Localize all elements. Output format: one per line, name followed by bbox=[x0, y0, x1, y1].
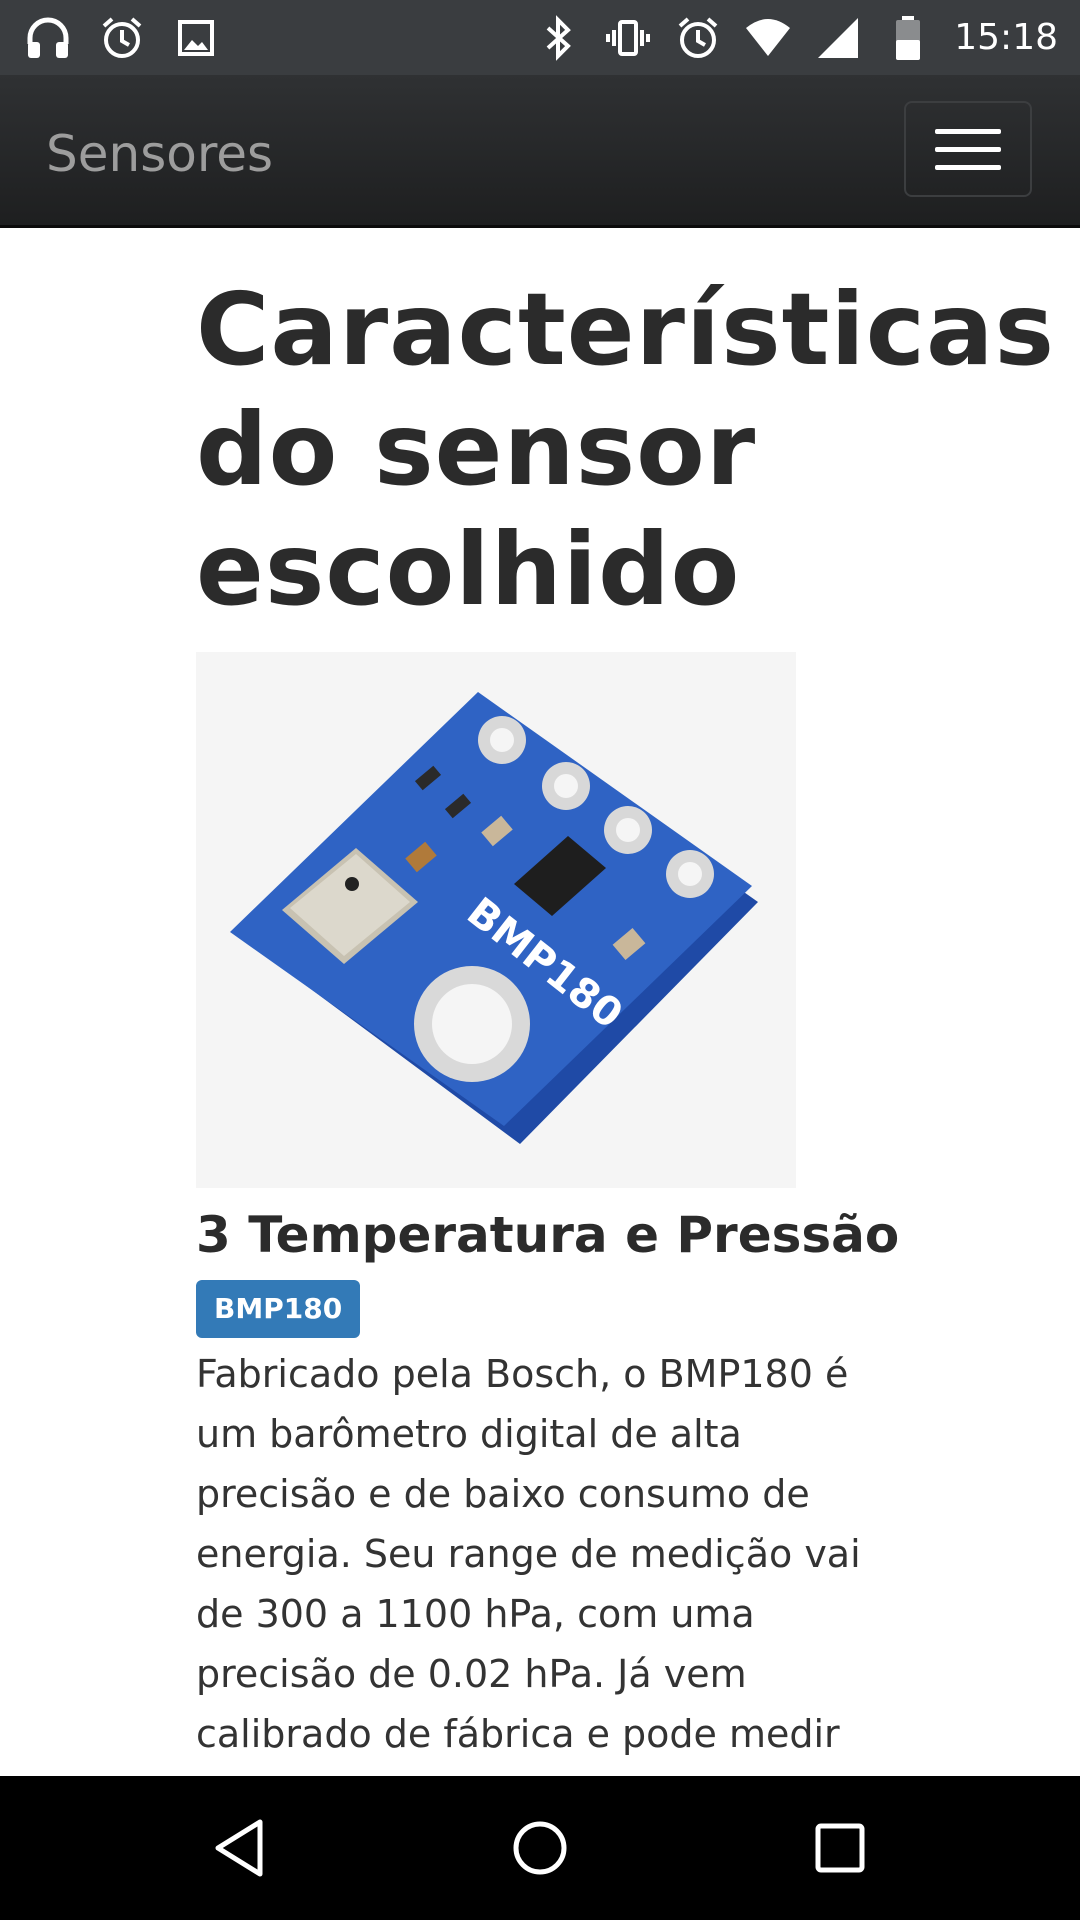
menu-toggle-button[interactable] bbox=[904, 101, 1032, 197]
sensor-description: Fabricado pela Bosch, o BMP180 é um barô… bbox=[196, 1352, 861, 1816]
alarm-icon bbox=[674, 14, 722, 62]
page-title: Características do sensor escolhido bbox=[196, 271, 1056, 628]
home-icon[interactable] bbox=[504, 1812, 576, 1884]
image-icon bbox=[172, 14, 220, 62]
hamburger-icon bbox=[935, 128, 1001, 134]
signal-icon bbox=[814, 14, 862, 62]
system-navigation-bar bbox=[0, 1776, 1080, 1920]
status-bar: 15:18 bbox=[0, 0, 1080, 75]
sensor-model-badge: BMP180 bbox=[196, 1280, 361, 1338]
battery-icon bbox=[884, 14, 932, 62]
vibrate-icon bbox=[604, 14, 652, 62]
sensor-title: 3 Temperatura e Pressão bbox=[196, 1206, 900, 1264]
clock: 15:18 bbox=[954, 17, 1058, 58]
headphones-icon bbox=[24, 14, 72, 62]
navbar: Sensores bbox=[0, 75, 1080, 228]
sensor-image: BMP180 bbox=[196, 652, 796, 1188]
recents-icon[interactable] bbox=[804, 1812, 876, 1884]
bluetooth-icon bbox=[534, 14, 582, 62]
brand-link[interactable]: Sensores bbox=[46, 124, 273, 184]
wifi-icon bbox=[744, 14, 792, 62]
main-content: Características do sensor escolhido BMP1… bbox=[196, 270, 1056, 1862]
hamburger-icon-line bbox=[935, 146, 1001, 152]
alarm-icon bbox=[98, 14, 146, 62]
hamburger-icon-line bbox=[935, 164, 1001, 170]
back-icon[interactable] bbox=[204, 1812, 276, 1884]
